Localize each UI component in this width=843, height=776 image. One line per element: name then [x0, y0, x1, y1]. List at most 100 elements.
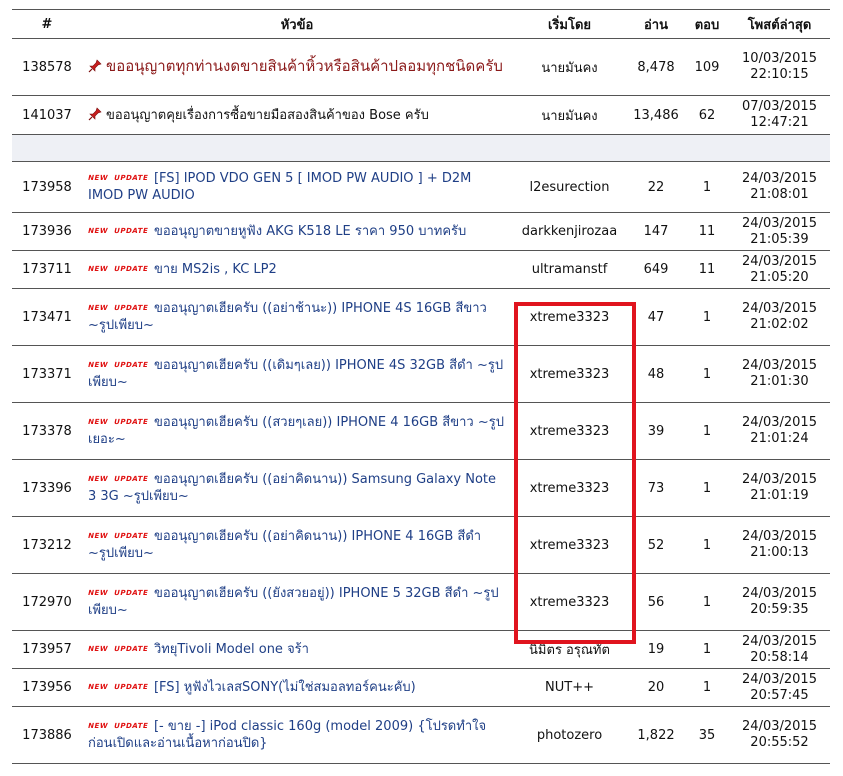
topic-id: 173212 [12, 516, 82, 574]
topic-author[interactable]: xtreme3323 [512, 288, 627, 346]
topic-author[interactable]: ultramanstf [512, 250, 627, 289]
topic-views: 147 [627, 212, 685, 251]
topic-author[interactable]: l2esurection [512, 161, 627, 213]
column-header-views[interactable]: อ่าน [627, 9, 685, 39]
column-header-last-post[interactable]: โพสต์ล่าสุด [729, 9, 830, 39]
topic-link[interactable]: ขออนุญาตเฮียครับ ((เดิมๆเลย)) IPHONE 4S … [88, 358, 503, 390]
new-badge: NEW [87, 418, 109, 426]
topic-link[interactable]: ขออนุญาตทุกท่านงดขายสินค้าหิ้วหรือสินค้า… [106, 57, 503, 75]
new-badge: NEW [87, 361, 109, 369]
last-post-date: 24/03/2015 [742, 171, 817, 186]
last-post-time: 21:01:30 [750, 374, 809, 389]
topic-author[interactable]: นายมันคง [512, 95, 627, 135]
topic-link[interactable]: ขออนุญาตเฮียครับ ((ยังสวยอยู่)) IPHONE 5… [88, 586, 499, 618]
topic-title-cell: NEW UPDATE ขออนุญาตเฮียครับ ((อย่าช้านะ)) … [82, 288, 512, 346]
topic-replies: 1 [685, 402, 729, 460]
sticky-row: 138578 ขออนุญาตทุกท่านงดขายสินค้าหิ้วหรือ… [12, 38, 830, 96]
last-post-date: 24/03/2015 [742, 719, 817, 734]
topic-last-post: 24/03/2015 21:05:20 [729, 250, 830, 289]
topic-views: 1,822 [627, 706, 685, 764]
topic-author[interactable]: นายมันคง [512, 38, 627, 96]
last-post-date: 24/03/2015 [742, 586, 817, 601]
last-post-time: 21:05:20 [750, 269, 809, 285]
column-header-replies[interactable]: ตอบ [685, 9, 729, 39]
topic-link[interactable]: ขออนุญาตเฮียครับ ((อย่าคิดนาน)) Samsung … [88, 472, 496, 504]
last-post-date: 24/03/2015 [742, 472, 817, 487]
last-post-date: 24/03/2015 [742, 358, 817, 373]
topic-last-post: 24/03/2015 20:55:52 [729, 706, 830, 764]
last-post-time: 21:01:24 [750, 431, 809, 446]
topic-author[interactable]: darkkenjirozaa [512, 212, 627, 251]
new-badge: NEW [87, 174, 109, 182]
table-row: 173212 NEW UPDATE ขออนุญาตเฮียครับ ((อย่าคิ… [12, 516, 830, 574]
update-badge: UPDATE [113, 589, 149, 597]
topic-views: 649 [627, 250, 685, 289]
topic-title-cell: NEW UPDATE ขาย MS2is , KC LP2 [82, 250, 512, 289]
update-badge: UPDATE [113, 304, 149, 312]
topic-views: 22 [627, 161, 685, 213]
topic-author[interactable]: NUT++ [512, 668, 627, 707]
column-header-author[interactable]: เริ่มโดย [512, 9, 627, 39]
topic-link[interactable]: ขออนุญาตเฮียครับ ((สวยๆเลย)) IPHONE 4 16… [88, 415, 504, 447]
last-post-date: 24/03/2015 [742, 301, 817, 316]
table-row: 173957 NEW UPDATE วิทยุTivoli Model one จร้… [12, 630, 830, 669]
last-post-date: 24/03/2015 [742, 253, 817, 269]
topic-title-cell: ขออนุญาตคุยเรื่องการซื้อขายมือสองสินค้าข… [82, 95, 512, 135]
update-badge: UPDATE [113, 532, 149, 540]
topic-last-post: 24/03/2015 21:01:24 [729, 402, 830, 460]
topic-views: 19 [627, 630, 685, 669]
last-post-date: 07/03/2015 [742, 99, 817, 114]
topic-link[interactable]: ขาย MS2is , KC LP2 [154, 262, 277, 277]
topic-views: 56 [627, 573, 685, 631]
topic-link[interactable]: วิทยุTivoli Model one จร้า [154, 642, 309, 657]
topic-title-cell: NEW UPDATE ขออนุญาตเฮียครับ ((อย่าคิดนาน))… [82, 516, 512, 574]
topic-author[interactable]: xtreme3323 [512, 516, 627, 574]
column-header-title[interactable]: หัวข้อ [82, 9, 512, 39]
update-badge: UPDATE [113, 174, 149, 182]
topic-link[interactable]: [FS] หูฟังไวเลสSONY(ไม่ใช่สมอลทอร์คนะคับ… [154, 680, 416, 695]
topic-last-post: 24/03/2015 21:01:19 [729, 459, 830, 517]
topic-author[interactable]: xtreme3323 [512, 345, 627, 403]
topic-views: 48 [627, 345, 685, 403]
topic-views: 20 [627, 668, 685, 707]
new-badge: NEW [87, 645, 109, 653]
topic-author[interactable]: xtreme3323 [512, 402, 627, 460]
update-badge: UPDATE [113, 227, 149, 235]
topic-author[interactable]: photozero [512, 706, 627, 764]
topic-title-cell: NEW UPDATE วิทยุTivoli Model one จร้า [82, 630, 512, 669]
new-badge: NEW [87, 304, 109, 312]
update-badge: UPDATE [113, 475, 149, 483]
column-header-id[interactable]: # [12, 9, 82, 39]
topic-id: 172970 [12, 573, 82, 631]
last-post-date: 24/03/2015 [742, 633, 817, 649]
update-badge: UPDATE [113, 645, 149, 653]
table-row: 173371 NEW UPDATE ขออนุญาตเฮียครับ ((เดิมๆเ… [12, 345, 830, 403]
topic-views: 8,478 [627, 38, 685, 96]
last-post-date: 24/03/2015 [742, 529, 817, 544]
topic-link[interactable]: ขออนุญาตขายหูฟัง AKG K518 LE ราคา 950 บา… [154, 224, 466, 239]
sticky-separator [12, 134, 830, 162]
last-post-date: 24/03/2015 [742, 415, 817, 430]
last-post-time: 21:08:01 [750, 187, 809, 202]
topic-id: 173711 [12, 250, 82, 289]
topic-last-post: 24/03/2015 20:58:14 [729, 630, 830, 669]
topic-link[interactable]: ขออนุญาตคุยเรื่องการซื้อขายมือสองสินค้าข… [106, 108, 429, 123]
new-badge: NEW [87, 589, 109, 597]
topic-id: 173957 [12, 630, 82, 669]
pin-icon [88, 59, 102, 73]
topic-title-cell: NEW UPDATE ขออนุญาตเฮียครับ ((ยังสวยอยู่))… [82, 573, 512, 631]
new-badge: NEW [87, 532, 109, 540]
topic-id: 138578 [12, 38, 82, 96]
topic-author[interactable]: xtreme3323 [512, 573, 627, 631]
table-row: 173711 NEW UPDATE ขาย MS2is , KC LP2 ultrama… [12, 250, 830, 289]
table-row: 173378 NEW UPDATE ขออนุญาตเฮียครับ ((สวยๆเล… [12, 402, 830, 460]
last-post-time: 20:58:14 [750, 649, 809, 665]
topic-id: 173958 [12, 161, 82, 213]
last-post-time: 20:57:45 [750, 687, 809, 703]
topic-author[interactable]: นิมิตร อรุณทัต [512, 630, 627, 669]
forum-topic-list: # หัวข้อ เริ่มโดย อ่าน ตอบ โพสต์ล่าสุด 1… [0, 0, 843, 776]
topic-last-post: 24/03/2015 21:05:39 [729, 212, 830, 251]
topic-id: 173378 [12, 402, 82, 460]
update-badge: UPDATE [113, 361, 149, 369]
topic-author[interactable]: xtreme3323 [512, 459, 627, 517]
